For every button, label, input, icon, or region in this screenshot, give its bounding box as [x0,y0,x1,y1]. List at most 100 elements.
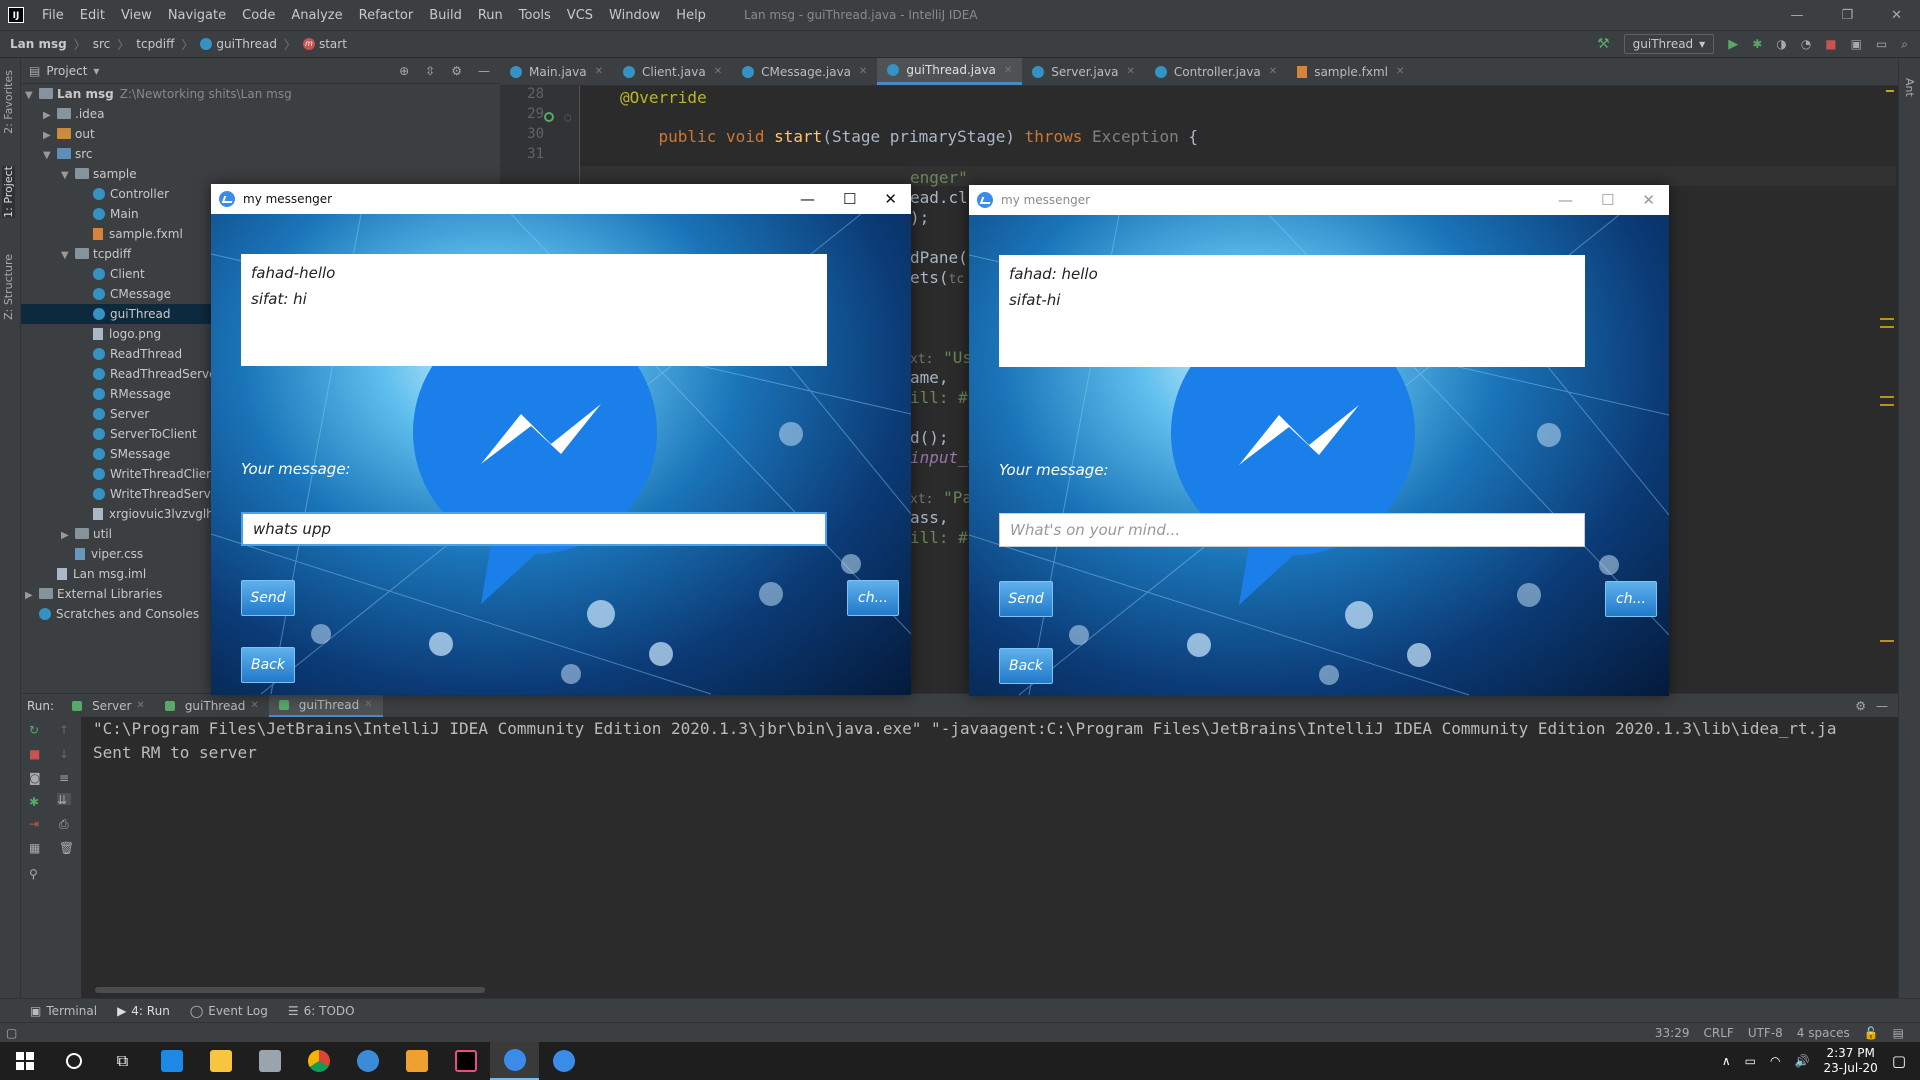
volume-icon[interactable]: 🔊 [1795,1054,1810,1068]
chevron-down-icon[interactable]: ▾ [93,64,99,78]
menu-run[interactable]: Run [470,8,511,23]
lock-icon[interactable]: 🔓 [1864,1026,1879,1040]
status-icon[interactable]: ▢ [6,1026,17,1040]
run-icon[interactable]: ▶ [1728,37,1738,52]
close-tab-icon[interactable]: ✕ [714,66,722,77]
menu-tools[interactable]: Tools [511,8,559,23]
send-button[interactable]: Send [999,581,1053,617]
clock[interactable]: 2:37 PM 23-Jul-20 [1823,1046,1877,1076]
menu-navigate[interactable]: Navigate [160,8,234,23]
rerun-icon[interactable]: ↻ [29,723,43,737]
structure-tab[interactable]: Z: Structure [2,254,15,320]
taskbar-network[interactable] [245,1042,294,1080]
back-button[interactable]: Back [999,648,1053,684]
menu-refactor[interactable]: Refactor [351,8,422,23]
maximize-icon[interactable]: ☐ [843,190,856,208]
gear-icon[interactable]: ⚙ [1855,699,1866,713]
scroll-to-end-icon[interactable]: ⇊ [57,793,71,807]
run-tab[interactable]: guiThread ✕ [155,694,269,717]
taskbar-media-player[interactable] [392,1042,441,1080]
warning-marker[interactable] [1886,90,1894,92]
crumb-package[interactable]: tcpdiff [136,37,174,51]
tree-item[interactable]: ▶ .idea [21,104,500,124]
coverage-icon[interactable]: ◑ [1776,37,1786,51]
favorites-tab[interactable]: 2: Favorites [2,70,15,134]
crumb-method[interactable]: m start [302,37,347,51]
menu-edit[interactable]: Edit [72,8,113,23]
soft-wrap-icon[interactable]: ≡ [59,771,73,785]
horizontal-scrollbar[interactable] [95,987,485,993]
taskbar-intellij[interactable] [441,1042,490,1080]
taskbar-explorer[interactable] [196,1042,245,1080]
taskbar-chrome[interactable] [294,1042,343,1080]
chevron-right-icon[interactable]: ▶ [43,106,57,126]
chevron-right-icon[interactable]: ▶ [25,586,39,606]
messenger-title-bar[interactable]: my messenger — ☐ ✕ [969,185,1669,215]
close-tab-icon[interactable]: ✕ [136,700,144,711]
editor-tab[interactable]: Server.java ✕ [1022,58,1145,85]
back-button[interactable]: Back [241,647,295,683]
battery-icon[interactable]: ▭ [1745,1054,1756,1068]
message-input[interactable]: What's on your mind... [999,513,1585,547]
editor-tab[interactable]: Client.java ✕ [613,58,732,85]
locate-icon[interactable]: ⊕ [399,64,409,78]
chat-history[interactable]: fahad-hello sifat: hi [241,254,827,366]
memory-icon[interactable]: ▤ [1893,1026,1904,1040]
gear-icon[interactable]: ⚙ [451,64,462,78]
taskbar-calculator[interactable] [147,1042,196,1080]
project-view-select[interactable]: Project [46,64,87,78]
tree-item[interactable]: ▶ out [21,124,500,144]
close-tab-icon[interactable]: ✕ [250,700,258,711]
taskbar-qbittorrent[interactable] [343,1042,392,1080]
build-hammer-icon[interactable]: ⚒ [1597,36,1610,52]
cortana-button[interactable] [49,1042,98,1080]
close-tab-icon[interactable]: ✕ [1396,66,1404,77]
send-button[interactable]: Send [241,580,295,616]
console-output[interactable]: "C:\Program Files\JetBrains\IntelliJ IDE… [81,717,1898,998]
notification-icon[interactable]: ▢ [1892,1052,1906,1070]
hide-icon[interactable]: — [478,64,490,78]
todo-tab[interactable]: ☰ 6: TODO [288,1004,355,1018]
editor-tab[interactable]: CMessage.java ✕ [732,58,877,85]
layout-icon[interactable]: ▦ [29,841,43,855]
taskbar-messenger-1[interactable] [490,1042,539,1080]
crumb-src[interactable]: src [93,37,111,51]
indent-setting[interactable]: 4 spaces [1797,1026,1850,1040]
menu-vcs[interactable]: VCS [559,8,601,23]
run-tab[interactable]: Server ✕ [62,694,155,717]
minimize-icon[interactable]: — [800,190,815,208]
menu-window[interactable]: Window [601,8,668,23]
camera-icon[interactable]: ◙ [29,771,43,785]
ant-tab[interactable]: Ant [1903,78,1916,97]
editor-tab[interactable]: sample.fxml ✕ [1287,58,1414,85]
event-log-tab[interactable]: ◯ Event Log [190,1004,268,1018]
editor-tab[interactable]: guiThread.java ✕ [877,58,1023,85]
task-view-button[interactable]: ⧉ [98,1042,147,1080]
fold-icon[interactable]: ⬡ [564,114,572,124]
exit-icon[interactable]: ⇥ [29,817,43,831]
chevron-up-icon[interactable]: ∧ [1722,1054,1731,1068]
chevron-down-icon[interactable]: ▼ [61,246,75,266]
start-button[interactable] [0,1042,49,1080]
change-button[interactable]: ch... [1605,581,1657,617]
line-separator[interactable]: CRLF [1704,1026,1734,1040]
tree-item[interactable]: ▼ src [21,144,500,164]
maximize-icon[interactable]: ❐ [1841,8,1853,23]
search-icon[interactable]: ⌕ [1901,37,1908,52]
profile-icon[interactable]: ◔ [1801,37,1811,51]
menu-help[interactable]: Help [668,8,714,23]
maximize-icon[interactable]: ☐ [1601,191,1614,209]
down-arrow-icon[interactable]: ↓ [59,747,73,761]
wifi-icon[interactable]: ◠ [1770,1054,1780,1068]
chevron-right-icon[interactable]: ▶ [43,126,57,146]
trash-icon[interactable]: 🗑 [59,841,74,855]
editor-tab[interactable]: Main.java ✕ [500,58,613,85]
menu-code[interactable]: Code [234,8,283,23]
debug-icon[interactable]: ✱ [29,795,43,809]
chevron-right-icon[interactable]: ▶ [61,526,75,546]
hide-icon[interactable]: — [1876,699,1888,713]
warning-marker[interactable] [1880,404,1894,406]
close-tab-icon[interactable]: ✕ [1269,66,1277,77]
crumb-project[interactable]: Lan msg [10,37,67,51]
chat-history[interactable]: fahad: hello sifat-hi [999,255,1585,367]
